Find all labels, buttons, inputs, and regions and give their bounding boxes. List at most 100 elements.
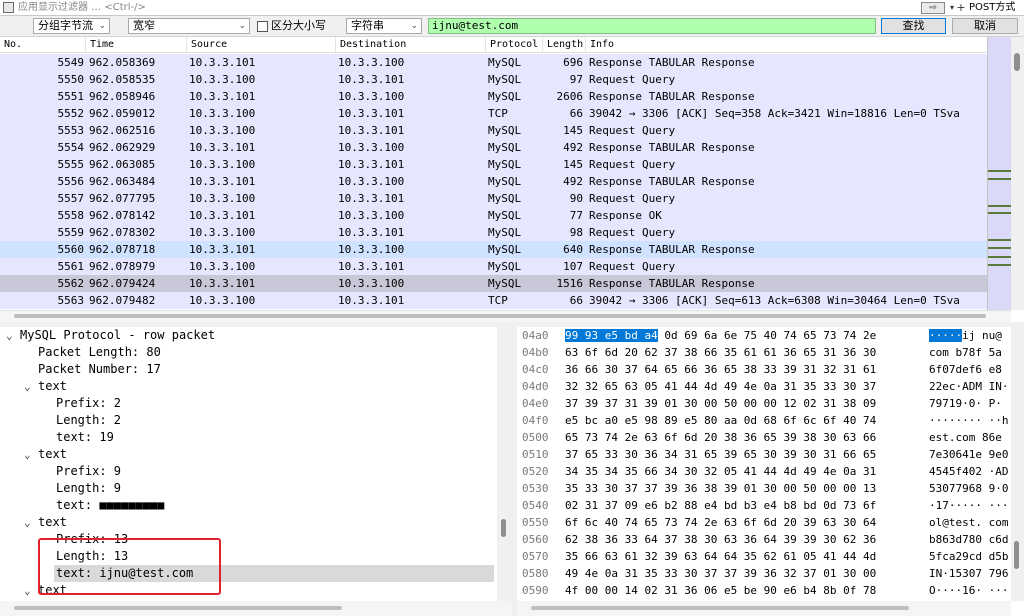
hex-bytes[interactable]: 36 66 30 37 64 65 66 36 65 38 33 39 31 3… bbox=[565, 361, 925, 378]
table-row[interactable]: 5557 962.077795 10.3.3.100 10.3.3.101 MySQL 9… bbox=[0, 190, 987, 207]
table-row[interactable]: 5558 962.078142 10.3.3.101 10.3.3.100 MySQL 7… bbox=[0, 207, 987, 224]
table-row[interactable]: 5563 962.079482 10.3.3.100 10.3.3.101 TCP 66 3… bbox=[0, 292, 987, 309]
hex-bytes[interactable]: 37 65 33 30 36 34 31 65 39 65 30 39 30 3… bbox=[565, 446, 925, 463]
details-tree-item[interactable]: text: 19 bbox=[56, 429, 114, 446]
charset-select[interactable]: 宽窄 ⌄ bbox=[128, 18, 250, 34]
hex-bytes[interactable]: 6f 6c 40 74 65 73 74 2e 63 6f 6d 20 39 6… bbox=[565, 514, 925, 531]
hex-bytes[interactable]: 49 4e 0a 31 35 33 30 37 37 39 36 32 37 0… bbox=[565, 565, 925, 582]
chevron-down-icon[interactable]: ⌄ bbox=[24, 378, 36, 395]
ascii-bytes[interactable]: b863d780 c6d bbox=[929, 531, 1024, 548]
table-row[interactable]: 5549 962.058369 10.3.3.101 10.3.3.100 MySQL 6… bbox=[0, 54, 987, 71]
hex-bytes[interactable]: 99 93 e5 bd a4 0d 69 6a 6e 75 40 74 65 7… bbox=[565, 327, 925, 344]
hex-bytes[interactable]: 37 39 37 31 39 01 30 00 50 00 00 12 02 3… bbox=[565, 395, 925, 412]
ascii-bytes[interactable]: ········ ··h bbox=[929, 412, 1024, 429]
column-header-no[interactable]: No. bbox=[0, 37, 86, 53]
table-row[interactable]: 5559 962.078302 10.3.3.100 10.3.3.101 MySQL 9… bbox=[0, 224, 987, 241]
bytes-vertical-scrollbar[interactable] bbox=[1011, 327, 1024, 601]
details-tree-item[interactable]: ⌄ text bbox=[24, 446, 67, 463]
column-header-info[interactable]: Info bbox=[586, 37, 987, 53]
filter-button-post[interactable]: POST方式 bbox=[969, 1, 1024, 15]
scrollbar-thumb[interactable] bbox=[1014, 541, 1019, 569]
scrollbar-thumb[interactable] bbox=[14, 606, 342, 610]
cancel-button[interactable]: 取消 bbox=[952, 18, 1018, 34]
chevron-down-icon[interactable]: ⌄ bbox=[6, 327, 18, 344]
hex-bytes[interactable]: 35 66 63 61 32 39 63 64 64 35 62 61 05 4… bbox=[565, 548, 925, 565]
ascii-bytes[interactable]: IN·15307 796 bbox=[929, 565, 1024, 582]
details-tree-item[interactable]: Prefix: 2 bbox=[56, 395, 121, 412]
find-button[interactable]: 查找 bbox=[881, 18, 946, 34]
chevron-down-icon[interactable]: ⌄ bbox=[24, 446, 36, 463]
display-filter-input[interactable]: 应用显示过滤器 … <Ctrl-/> bbox=[16, 1, 918, 15]
column-header-length[interactable]: Length bbox=[543, 37, 586, 53]
details-vertical-scrollbar[interactable] bbox=[497, 327, 512, 601]
scrollbar-thumb[interactable] bbox=[501, 519, 506, 537]
hex-bytes[interactable]: 63 6f 6d 20 62 37 38 66 35 61 61 36 65 3… bbox=[565, 344, 925, 361]
bytes-horizontal-scrollbar[interactable] bbox=[517, 601, 1011, 616]
chevron-down-icon[interactable]: ⌄ bbox=[24, 582, 36, 599]
cell-len: 492 bbox=[563, 175, 583, 188]
packet-list-vertical-scrollbar[interactable] bbox=[1011, 37, 1024, 310]
case-sensitive-checkbox[interactable] bbox=[257, 21, 268, 32]
details-horizontal-scrollbar[interactable] bbox=[0, 601, 512, 616]
table-row[interactable]: 5556 962.063484 10.3.3.101 10.3.3.100 MySQL 4… bbox=[0, 173, 987, 190]
apply-filter-arrow-icon[interactable]: ⇨ bbox=[921, 2, 945, 14]
hex-bytes[interactable]: e5 bc a0 e5 98 89 e5 80 aa 0d 68 6f 6c 6… bbox=[565, 412, 925, 429]
chevron-down-icon[interactable]: ⌄ bbox=[24, 514, 36, 531]
ascii-bytes[interactable]: com b78f 5a bbox=[929, 344, 1024, 361]
details-tree-item[interactable]: Packet Length: 80 bbox=[38, 344, 161, 361]
search-type-select[interactable]: 字符串 ⌄ bbox=[346, 18, 422, 34]
column-header-protocol[interactable]: Protocol bbox=[486, 37, 543, 53]
column-header-destination[interactable]: Destination bbox=[336, 37, 486, 53]
ascii-bytes[interactable]: ·····ij nu@ bbox=[929, 327, 1024, 344]
scrollbar-thumb[interactable] bbox=[531, 606, 909, 610]
search-input[interactable]: ijnu@test.com bbox=[428, 18, 876, 34]
table-row[interactable]: 5553 962.062516 10.3.3.100 10.3.3.101 MySQL 1… bbox=[0, 122, 987, 139]
table-row[interactable]: 5552 962.059012 10.3.3.100 10.3.3.101 TCP 66 3… bbox=[0, 105, 987, 122]
ascii-bytes[interactable]: 7e30641e 9e0 bbox=[929, 446, 1024, 463]
hex-bytes[interactable]: 65 73 74 2e 63 6f 6d 20 38 36 65 39 38 3… bbox=[565, 429, 925, 446]
column-header-source[interactable]: Source bbox=[187, 37, 336, 53]
details-tree-item[interactable]: Length: 9 bbox=[56, 480, 121, 497]
highlight-annotation-box bbox=[38, 538, 221, 595]
ascii-bytes[interactable]: 53077968 9·0 bbox=[929, 480, 1024, 497]
hex-bytes[interactable]: 62 38 36 33 64 37 38 30 63 36 64 39 39 3… bbox=[565, 531, 925, 548]
hex-bytes[interactable]: 32 32 65 63 05 41 44 4d 49 4e 0a 31 35 3… bbox=[565, 378, 925, 395]
ascii-bytes[interactable]: 22ec·ADM IN· bbox=[929, 378, 1024, 395]
packet-minimap[interactable] bbox=[987, 37, 1012, 310]
ascii-bytes[interactable]: 5fca29cd d5b bbox=[929, 548, 1024, 565]
table-row[interactable]: 5550 962.058535 10.3.3.100 10.3.3.101 MySQL 9… bbox=[0, 71, 987, 88]
details-tree-label: Length: 2 bbox=[56, 413, 122, 427]
search-scope-select[interactable]: 分组字节流 ⌄ bbox=[33, 18, 110, 34]
details-tree-item[interactable]: text: ■■■■■■■■■ bbox=[56, 497, 164, 514]
details-tree-item[interactable]: Packet Number: 17 bbox=[38, 361, 161, 378]
details-tree-item[interactable]: ⌄ text bbox=[24, 378, 67, 395]
details-tree-item[interactable]: ⌄ text bbox=[24, 514, 67, 531]
ascii-bytes[interactable]: 79719·0· P· bbox=[929, 395, 1024, 412]
ascii-bytes[interactable]: 6f07def6 e8 bbox=[929, 361, 1024, 378]
bookmark-icon[interactable] bbox=[3, 2, 14, 13]
table-row[interactable]: 5554 962.062929 10.3.3.101 10.3.3.100 MySQL 4… bbox=[0, 139, 987, 156]
ascii-bytes[interactable]: O····16· ···· bbox=[929, 582, 1024, 599]
ascii-bytes[interactable]: ol@test. com bbox=[929, 514, 1024, 531]
details-tree-item[interactable]: Prefix: 9 bbox=[56, 463, 121, 480]
scrollbar-thumb[interactable] bbox=[14, 314, 986, 318]
add-filter-button[interactable]: + bbox=[956, 1, 966, 15]
packet-list-horizontal-scrollbar[interactable] bbox=[0, 310, 1011, 322]
table-row[interactable]: 5555 962.063085 10.3.3.100 10.3.3.101 MySQL 1… bbox=[0, 156, 987, 173]
column-header-time[interactable]: Time bbox=[86, 37, 187, 53]
ascii-bytes[interactable]: 4545f402 ·AD bbox=[929, 463, 1024, 480]
details-tree-item[interactable]: Length: 2 bbox=[56, 412, 121, 429]
hex-bytes[interactable]: 34 35 34 35 66 34 30 32 05 41 44 4d 49 4… bbox=[565, 463, 925, 480]
chevron-down-icon: ⌄ bbox=[238, 21, 246, 31]
hex-bytes[interactable]: 02 31 37 09 e6 b2 88 e4 bd b3 e4 b8 bd 0… bbox=[565, 497, 925, 514]
scrollbar-thumb[interactable] bbox=[1014, 53, 1020, 71]
ascii-bytes[interactable]: ·17····· ··· bbox=[929, 497, 1024, 514]
hex-bytes[interactable]: 35 33 30 37 37 39 36 38 39 01 30 00 50 0… bbox=[565, 480, 925, 497]
ascii-bytes[interactable]: est.com 86e bbox=[929, 429, 1024, 446]
table-row[interactable]: 5561 962.078979 10.3.3.100 10.3.3.101 MySQL 1… bbox=[0, 258, 987, 275]
hex-bytes[interactable]: 4f 00 00 14 02 31 36 06 e5 be 90 e6 b4 8… bbox=[565, 582, 925, 599]
table-row[interactable]: 5562 962.079424 10.3.3.101 10.3.3.100 MySQL 1… bbox=[0, 275, 987, 292]
details-tree-item[interactable]: ⌄ MySQL Protocol - row packet bbox=[6, 327, 215, 344]
table-row[interactable]: 5560 962.078718 10.3.3.101 10.3.3.100 MySQL 6… bbox=[0, 241, 987, 258]
table-row[interactable]: 5551 962.058946 10.3.3.101 10.3.3.100 MySQL 2… bbox=[0, 88, 987, 105]
